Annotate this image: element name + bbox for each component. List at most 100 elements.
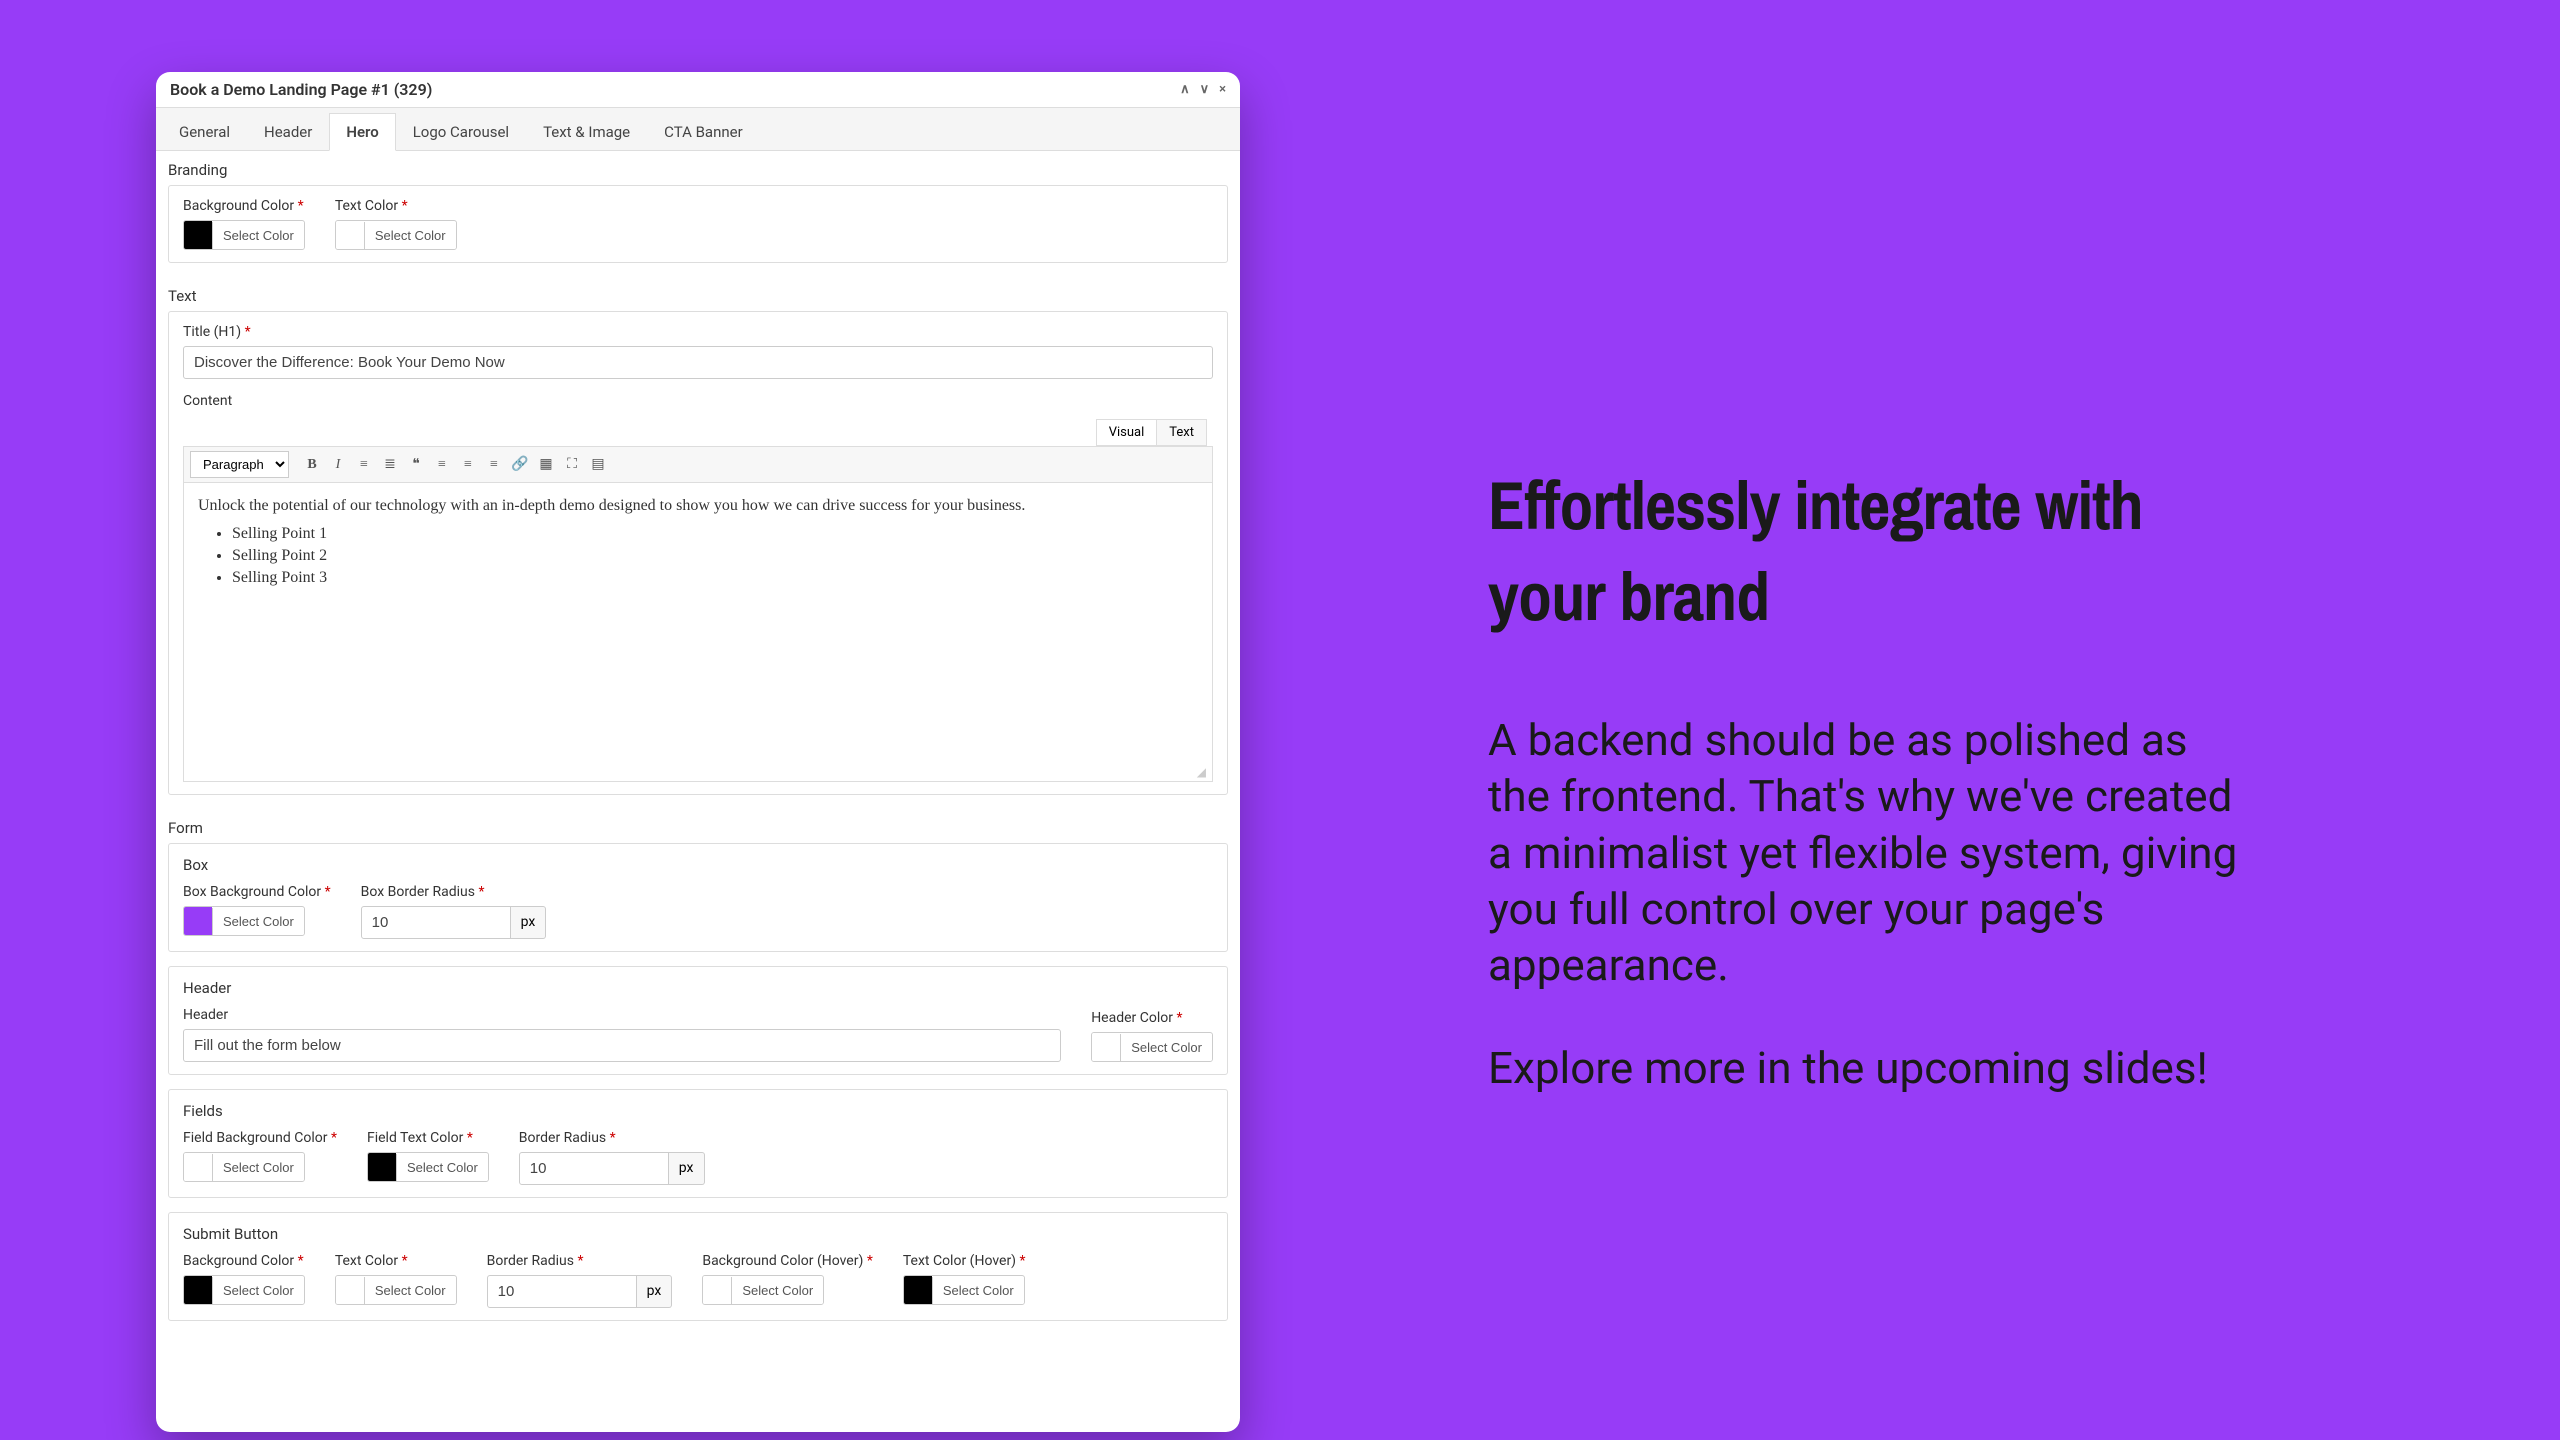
- window-header: Book a Demo Landing Page #1 (329) ∧ ∨ ×: [156, 72, 1240, 108]
- bullet-list-icon[interactable]: ≡: [351, 452, 377, 478]
- fullscreen-icon[interactable]: ⛶: [559, 452, 585, 478]
- insert-icon[interactable]: ▦: [533, 452, 559, 478]
- list-item: Selling Point 1: [232, 525, 1198, 543]
- swatch-white: [336, 221, 364, 249]
- title-input[interactable]: [183, 346, 1213, 379]
- box-radius-label: Box Border Radius *: [361, 884, 547, 900]
- select-color-button[interactable]: Select Color: [1120, 1034, 1212, 1061]
- italic-icon[interactable]: I: [325, 452, 351, 478]
- box-radius-input[interactable]: [361, 906, 511, 939]
- select-color-button[interactable]: Select Color: [212, 1154, 304, 1181]
- list-item: Selling Point 3: [232, 569, 1198, 587]
- header-color-label: Header Color *: [1091, 1010, 1213, 1026]
- align-right-icon[interactable]: ≡: [481, 452, 507, 478]
- marketing-copy: Effortlessly integrate with your brand A…: [1240, 0, 2260, 1142]
- bg-color-label: Background Color *: [183, 198, 305, 214]
- wysiwyg-content[interactable]: Unlock the potential of our technology w…: [184, 483, 1212, 763]
- section-label-form: Form: [162, 809, 1234, 843]
- text-color-picker[interactable]: Select Color: [335, 220, 457, 250]
- select-color-button[interactable]: Select Color: [731, 1277, 823, 1304]
- sub-label-fields: Fields: [183, 1102, 1213, 1120]
- swatch-white: [336, 1276, 364, 1304]
- select-color-button[interactable]: Select Color: [212, 908, 304, 935]
- form-fields-section: Fields Field Background Color * Select C…: [168, 1089, 1228, 1198]
- submit-text-color-picker[interactable]: Select Color: [335, 1275, 457, 1305]
- swatch-black: [904, 1276, 932, 1304]
- collapse-icon[interactable]: ∧: [1180, 82, 1190, 97]
- wysiwyg-toolbar: Paragraph B I ≡ ≣ ❝ ≡ ≡ ≡ 🔗 ▦ ⛶ ▤: [184, 447, 1212, 483]
- marketing-body-1: A backend should be as polished as the f…: [1488, 712, 2260, 994]
- content-paragraph: Unlock the potential of our technology w…: [198, 497, 1198, 515]
- link-icon[interactable]: 🔗: [507, 452, 533, 478]
- branding-box: Background Color * Select Color Text Col…: [168, 185, 1228, 263]
- window-title: Book a Demo Landing Page #1 (329): [170, 80, 432, 99]
- panel-body: Branding Background Color * Select Color…: [156, 151, 1240, 1432]
- tab-header[interactable]: Header: [247, 113, 329, 150]
- section-label-branding: Branding: [162, 151, 1234, 185]
- swatch-white: [1092, 1033, 1120, 1061]
- text-section-box: Title (H1) * Content Visual Text Paragra…: [168, 311, 1228, 795]
- list-item: Selling Point 2: [232, 547, 1198, 565]
- select-color-button[interactable]: Select Color: [212, 222, 304, 249]
- swatch-white: [703, 1276, 731, 1304]
- align-left-icon[interactable]: ≡: [429, 452, 455, 478]
- select-color-button[interactable]: Select Color: [212, 1277, 304, 1304]
- more-icon[interactable]: ▤: [585, 452, 611, 478]
- text-color-label: Text Color *: [335, 198, 457, 214]
- tab-logo-carousel[interactable]: Logo Carousel: [396, 113, 526, 150]
- tab-hero[interactable]: Hero: [329, 113, 395, 151]
- align-center-icon[interactable]: ≡: [455, 452, 481, 478]
- editor-tab-visual[interactable]: Visual: [1096, 419, 1157, 446]
- unit-px: px: [511, 906, 547, 939]
- sub-label-box: Box: [183, 856, 1213, 874]
- box-bg-label: Box Background Color *: [183, 884, 331, 900]
- submit-bg-hover-color-picker[interactable]: Select Color: [702, 1275, 824, 1305]
- form-header-section: Header Header Header Color * Select Colo…: [168, 966, 1228, 1075]
- field-text-color-picker[interactable]: Select Color: [367, 1152, 489, 1182]
- tab-general[interactable]: General: [162, 113, 247, 150]
- resize-handle-icon[interactable]: ◢: [184, 763, 1212, 781]
- tab-cta-banner[interactable]: CTA Banner: [647, 113, 760, 150]
- field-radius-input[interactable]: [519, 1152, 669, 1185]
- section-label-text: Text: [162, 277, 1234, 311]
- header-input[interactable]: [183, 1029, 1061, 1062]
- marketing-heading: Effortlessly integrate with your brand: [1488, 460, 2260, 642]
- tabs-bar: General Header Hero Logo Carousel Text &…: [156, 108, 1240, 151]
- content-label: Content: [183, 393, 1213, 409]
- field-bg-color-picker[interactable]: Select Color: [183, 1152, 305, 1182]
- swatch-purple: [184, 907, 212, 935]
- swatch-black: [368, 1153, 396, 1181]
- sub-label-header: Header: [183, 979, 1213, 997]
- header-color-picker[interactable]: Select Color: [1091, 1032, 1213, 1062]
- title-label: Title (H1) *: [183, 324, 1213, 340]
- blockquote-icon[interactable]: ❝: [403, 452, 429, 478]
- marketing-body-2: Explore more in the upcoming slides!: [1488, 1040, 2260, 1096]
- submit-text-hover-color-picker[interactable]: Select Color: [903, 1275, 1025, 1305]
- editor-tab-text[interactable]: Text: [1156, 419, 1207, 446]
- format-select[interactable]: Paragraph: [190, 451, 289, 478]
- submit-radius-input[interactable]: [487, 1275, 637, 1308]
- swatch-white: [184, 1153, 212, 1181]
- unit-px: px: [669, 1152, 705, 1185]
- numbered-list-icon[interactable]: ≣: [377, 452, 403, 478]
- swatch-black: [184, 1276, 212, 1304]
- wysiwyg-editor: Paragraph B I ≡ ≣ ❝ ≡ ≡ ≡ 🔗 ▦ ⛶ ▤: [183, 446, 1213, 782]
- select-color-button[interactable]: Select Color: [364, 222, 456, 249]
- bg-color-picker[interactable]: Select Color: [183, 220, 305, 250]
- close-icon[interactable]: ×: [1219, 82, 1226, 97]
- unit-px: px: [637, 1275, 673, 1308]
- swatch-black: [184, 221, 212, 249]
- bold-icon[interactable]: B: [299, 452, 325, 478]
- editor-window: Book a Demo Landing Page #1 (329) ∧ ∨ × …: [156, 72, 1240, 1432]
- box-bg-color-picker[interactable]: Select Color: [183, 906, 305, 936]
- tab-text-image[interactable]: Text & Image: [526, 113, 647, 150]
- header-field-label: Header: [183, 1007, 1061, 1023]
- expand-icon[interactable]: ∨: [1200, 82, 1210, 97]
- sub-label-submit: Submit Button: [183, 1225, 1213, 1243]
- select-color-button[interactable]: Select Color: [932, 1277, 1024, 1304]
- form-box-section: Box Box Background Color * Select Color …: [168, 843, 1228, 952]
- submit-bg-color-picker[interactable]: Select Color: [183, 1275, 305, 1305]
- select-color-button[interactable]: Select Color: [396, 1154, 488, 1181]
- form-submit-section: Submit Button Background Color * Select …: [168, 1212, 1228, 1321]
- select-color-button[interactable]: Select Color: [364, 1277, 456, 1304]
